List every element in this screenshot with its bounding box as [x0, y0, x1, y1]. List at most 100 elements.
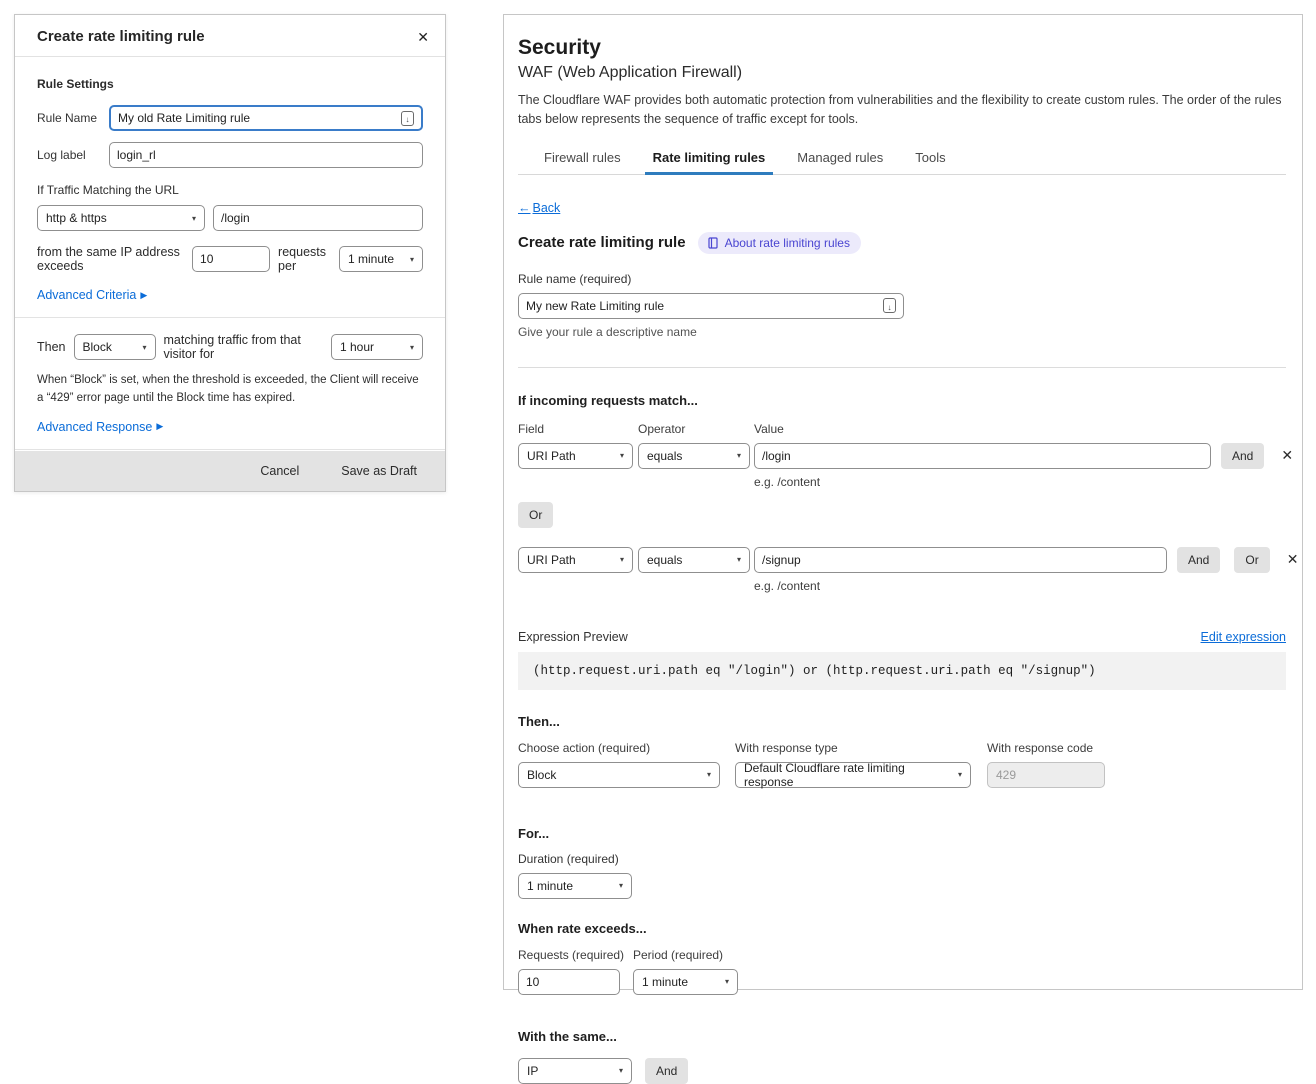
- url-input-field[interactable]: [221, 211, 415, 225]
- block-note: When “Block” is set, when the threshold …: [37, 372, 423, 408]
- advanced-response-link[interactable]: Advanced Response ▶: [37, 420, 163, 434]
- chevron-down-icon: ▾: [725, 977, 729, 986]
- create-rule-heading: Create rate limiting rule: [518, 234, 686, 251]
- expression-preview: (http.request.uri.path eq "/login") or (…: [518, 652, 1286, 690]
- close-icon[interactable]: ✕: [417, 30, 429, 44]
- arrow-right-icon: ▶: [156, 421, 163, 432]
- then-heading: Then...: [518, 714, 1286, 729]
- log-label-label: Log label: [37, 148, 109, 162]
- duration-select[interactable]: 1 minute ▾: [518, 873, 632, 899]
- rule-name-input-field[interactable]: [526, 299, 883, 313]
- matching-text: matching traffic from that visitor for: [164, 333, 324, 361]
- security-waf-panel: Security WAF (Web Application Firewall) …: [503, 14, 1303, 990]
- create-rate-limiting-rule-dialog: Create rate limiting rule ✕ Rule Setting…: [14, 14, 446, 492]
- traffic-matching-heading: If Traffic Matching the URL: [37, 183, 423, 197]
- expression-preview-label: Expression Preview: [518, 630, 628, 644]
- dialog-title: Create rate limiting rule: [37, 28, 205, 45]
- chevron-down-icon: ▾: [410, 343, 414, 352]
- or-button[interactable]: Or: [518, 502, 553, 528]
- match-heading: If incoming requests match...: [518, 393, 1286, 408]
- chevron-down-icon: ▾: [410, 255, 414, 264]
- and-button[interactable]: And: [645, 1058, 688, 1084]
- duration-label: Duration (required): [518, 852, 1286, 866]
- back-arrow-icon: ←: [518, 201, 531, 215]
- chevron-down-icon: ▾: [620, 555, 624, 564]
- cancel-button[interactable]: Cancel: [260, 464, 299, 478]
- action-select[interactable]: Block ▾: [74, 334, 156, 360]
- edit-expression-link[interactable]: Edit expression: [1201, 630, 1286, 644]
- tab-managed-rules[interactable]: Managed rules: [795, 146, 885, 174]
- rate-exceeds-heading: When rate exceeds...: [518, 921, 1286, 936]
- and-button[interactable]: And: [1177, 547, 1220, 573]
- expression-header: Expression Preview Edit expression: [518, 630, 1286, 644]
- characteristic-select[interactable]: IP ▾: [518, 1058, 632, 1084]
- requests-per-text: requests per: [278, 245, 331, 273]
- response-code-label: With response code: [987, 741, 1093, 755]
- log-label-input[interactable]: [109, 142, 423, 168]
- tab-rate-limiting-rules[interactable]: Rate limiting rules: [651, 146, 768, 174]
- choose-action-select[interactable]: Block ▾: [518, 762, 720, 788]
- requests-input-field[interactable]: [526, 975, 612, 989]
- operator-column-label: Operator: [638, 422, 754, 436]
- autofill-icon[interactable]: ↓: [401, 111, 414, 126]
- chevron-down-icon: ▾: [619, 881, 623, 890]
- rule-name-label: Rule name (required): [518, 272, 1286, 286]
- rule-name-row: Rule Name ↓: [37, 105, 423, 131]
- about-rate-limiting-badge[interactable]: About rate limiting rules: [698, 232, 861, 254]
- requests-input[interactable]: [518, 969, 620, 995]
- or-button[interactable]: Or: [1234, 547, 1269, 573]
- and-button[interactable]: And: [1221, 443, 1264, 469]
- then-row: Then Block ▾ matching traffic from that …: [37, 333, 423, 361]
- requests-input[interactable]: [192, 246, 270, 272]
- choose-action-label: Choose action (required): [518, 741, 735, 755]
- rule-name-input[interactable]: ↓: [109, 105, 423, 131]
- field-select[interactable]: URI Path ▾: [518, 443, 633, 469]
- value-input[interactable]: [754, 443, 1211, 469]
- rule-name-label: Rule Name: [37, 111, 109, 125]
- chevron-down-icon: ▾: [619, 1066, 623, 1075]
- period-label: Period (required): [633, 948, 723, 962]
- value-input[interactable]: [754, 547, 1167, 573]
- remove-condition-icon[interactable]: ✕: [1281, 447, 1293, 464]
- rule-name-input[interactable]: ↓: [518, 293, 904, 319]
- value-input-field[interactable]: [762, 553, 1159, 567]
- requests-input-field[interactable]: [200, 252, 262, 266]
- dialog-body: Rule Settings Rule Name ↓ Log label If T…: [15, 57, 445, 481]
- exceeds-text: from the same IP address exceeds: [37, 245, 184, 273]
- url-input[interactable]: [213, 205, 423, 231]
- rate-column-labels: Requests (required) Period (required): [518, 948, 1286, 962]
- dialog-footer: Cancel Save as Draft: [15, 451, 445, 491]
- period-select[interactable]: 1 minute ▾: [633, 969, 738, 995]
- page-title: Security: [518, 36, 1286, 60]
- for-heading: For...: [518, 826, 1286, 841]
- period-select[interactable]: 1 minute ▾: [339, 246, 423, 272]
- dialog-header: Create rate limiting rule ✕: [15, 15, 445, 57]
- block-duration-select[interactable]: 1 hour ▾: [331, 334, 423, 360]
- log-label-input-field[interactable]: [117, 148, 415, 162]
- remove-condition-icon[interactable]: ✕: [1287, 551, 1299, 568]
- action-row: Block ▾ Default Cloudflare rate limiting…: [518, 762, 1286, 788]
- advanced-criteria-link[interactable]: Advanced Criteria ▶: [37, 288, 147, 302]
- response-type-select[interactable]: Default Cloudflare rate limiting respons…: [735, 762, 971, 788]
- waf-tabs: Firewall rules Rate limiting rules Manag…: [518, 146, 1286, 175]
- tab-firewall-rules[interactable]: Firewall rules: [542, 146, 623, 174]
- divider: [518, 367, 1286, 368]
- chevron-down-icon: ▾: [142, 343, 146, 352]
- rule-name-input-field[interactable]: [118, 111, 401, 125]
- value-input-field[interactable]: [762, 449, 1203, 463]
- operator-select[interactable]: equals ▾: [638, 547, 750, 573]
- tab-tools[interactable]: Tools: [913, 146, 947, 174]
- autofill-icon[interactable]: ↓: [883, 298, 896, 313]
- rule-name-help: Give your rule a descriptive name: [518, 325, 1286, 339]
- field-select[interactable]: URI Path ▾: [518, 547, 633, 573]
- book-icon: [707, 237, 719, 249]
- back-link[interactable]: ←Back: [518, 201, 560, 215]
- save-as-draft-button[interactable]: Save as Draft: [341, 464, 417, 478]
- operator-select[interactable]: equals ▾: [638, 443, 750, 469]
- chevron-down-icon: ▾: [958, 770, 962, 779]
- chevron-down-icon: ▾: [192, 214, 196, 223]
- create-rule-heading-row: Create rate limiting rule About rate lim…: [518, 232, 1286, 254]
- chevron-down-icon: ▾: [707, 770, 711, 779]
- scheme-select[interactable]: http & https ▾: [37, 205, 205, 231]
- field-column-label: Field: [518, 422, 638, 436]
